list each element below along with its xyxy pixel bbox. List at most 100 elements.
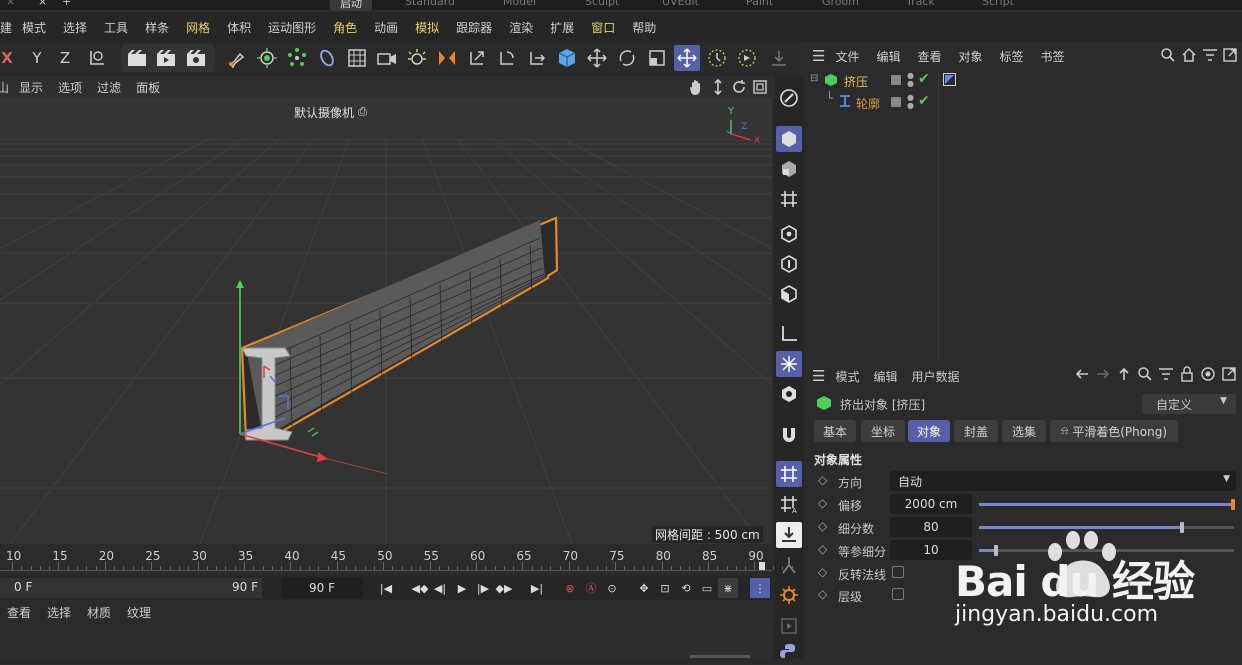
menu-extensions[interactable]: 扩展 [550,19,574,36]
mat-menu-view[interactable]: 查看 [7,604,31,621]
tab-launch[interactable]: 启动 [330,0,372,11]
back-arrow-icon[interactable] [1074,366,1090,385]
move-arrow-icon[interactable] [524,45,550,71]
menu-window[interactable]: 窗口 [591,19,615,36]
hamburger-menu-icon[interactable]: ☰ [812,47,825,65]
keyframe-diamond-icon[interactable]: ◇ [818,587,827,601]
model-mode-icon[interactable] [776,126,802,152]
polygons-mode-icon[interactable] [776,281,802,307]
phong-tag-icon[interactable] [943,73,956,86]
timeline-mode-icon[interactable]: ⋮ [750,578,770,598]
autokey-icon[interactable]: Ⓐ [581,578,601,598]
playhead-marker[interactable] [759,562,765,570]
magnet-snap-icon[interactable] [776,422,802,448]
camera-icon[interactable]: ⎙ [358,105,367,119]
menu-spline[interactable]: 样条 [145,19,169,36]
cube-object-icon[interactable] [554,45,580,71]
tab-track[interactable]: Track [906,0,935,8]
hamburger-menu-icon[interactable]: ☰ [812,367,825,385]
axis-mode-icon[interactable] [776,321,802,347]
filter-icon[interactable] [1158,366,1174,385]
tab-paint[interactable]: Paint [746,0,773,8]
attr-menu-mode[interactable]: 模式 [835,368,859,385]
menu-mesh[interactable]: 网格 [186,19,210,36]
go-to-start-icon[interactable]: |◀ [376,578,396,598]
deformer-icon[interactable] [314,45,340,71]
menu-volume[interactable]: 体积 [227,19,251,36]
object-row-profile[interactable]: └ 轮廓 ● ● ✔ [806,91,1242,113]
range-start[interactable]: 0 F [14,580,32,594]
solo-mode-icon[interactable] [776,381,802,407]
sun-icon[interactable] [776,582,802,608]
viewport-menu-panel[interactable]: 面板 [136,79,160,96]
tab-phong[interactable]: ⍾ 平滑着色(Phong) [1050,420,1178,442]
offset-input[interactable]: 2000 cm [890,494,972,514]
python-icon[interactable] [776,639,802,665]
tab-selections[interactable]: 选集 [1002,420,1046,442]
editor-visibility-icon[interactable] [891,97,901,107]
menu-animate[interactable]: 动画 [374,19,398,36]
coordinate-system-icon[interactable] [84,45,110,71]
z-axis-lock-button[interactable]: Z [52,45,78,71]
keyframe-diamond-icon[interactable]: ◇ [818,519,827,533]
rotate-tool-icon[interactable] [614,45,640,71]
x-axis-lock-button[interactable]: X [0,45,20,71]
viewport-menu-view[interactable]: 山 [0,79,9,96]
collapse-toggle-icon[interactable]: ⊟ [810,73,818,84]
menu-tools[interactable]: 工具 [104,19,128,36]
target-icon[interactable] [1200,366,1216,385]
tab-close-icon[interactable]: × [38,0,47,8]
menu-help[interactable]: 帮助 [632,19,656,36]
keyframe-diamond-icon[interactable]: ◇ [818,496,827,510]
tab-uvedit[interactable]: UVEdit [662,0,699,8]
previous-frame-icon[interactable]: ◀| [430,578,450,598]
current-frame-field[interactable]: 90 F [281,578,363,598]
object-row-extrude[interactable]: ⊟ 挤压 ● ● ✔ [806,71,1242,91]
keyframe-settings-icon[interactable]: ⊙ [602,578,622,598]
attr-menu-edit[interactable]: 编辑 [873,368,897,385]
key-position-icon[interactable]: ✥ [634,578,654,598]
pan-hand-icon[interactable] [688,79,704,98]
tweak-mode-icon[interactable] [776,351,802,377]
mograph-cloner-icon[interactable] [284,45,310,71]
menu-create[interactable]: 建 [0,19,12,36]
filter-icon[interactable] [1202,47,1218,66]
next-frame-icon[interactable]: |▶ [473,578,493,598]
field-grid-icon[interactable] [344,45,370,71]
render-visibility-dots-icon[interactable]: ● ● [907,94,914,110]
edges-mode-icon[interactable] [776,251,802,277]
keyframe-diamond-icon[interactable]: ◇ [818,542,827,556]
hierarchical-checkbox[interactable] [892,588,904,600]
next-key-icon[interactable]: ◆▶ [494,578,514,598]
render-picture-viewer-icon[interactable] [153,45,179,71]
key-parameter-icon[interactable]: ▭ [697,578,717,598]
scale-arrow-icon[interactable] [464,45,490,71]
tab-sculpt[interactable]: Sculpt [585,0,619,8]
timeline-ruler[interactable]: 10 15 20 25 30 35 40 45 50 55 60 65 70 75 80 85 90 [0,544,793,576]
material-area[interactable] [0,624,772,659]
new-window-icon[interactable] [1221,366,1237,385]
menu-simulate[interactable]: 模拟 [415,19,439,36]
material-scrollbar[interactable] [690,655,750,658]
search-icon[interactable] [1137,366,1153,385]
tab-standard[interactable]: Standard [405,0,455,8]
menu-select[interactable]: 选择 [63,19,87,36]
render-region-icon[interactable] [776,613,802,639]
viewport-menu-options[interactable]: 选项 [58,79,82,96]
go-to-end-icon[interactable]: ▶| [527,578,547,598]
rotate-arrow-icon[interactable] [494,45,520,71]
om-menu-view[interactable]: 查看 [917,48,941,65]
om-menu-file[interactable]: 文件 [835,48,859,65]
key-pla-icon[interactable]: ⋇ [718,578,738,598]
render-settings-icon[interactable] [183,45,209,71]
cube-light-icon[interactable] [254,45,280,71]
quantize-icon[interactable]: A [776,491,802,517]
3d-viewport[interactable]: 默认摄像机 ⎙ Y Z X 网格间距 : 500 cm [0,98,772,544]
new-window-icon[interactable] [1222,47,1238,66]
texture-mode-icon[interactable] [776,156,802,182]
snap-magnet-icon[interactable] [434,45,460,71]
snap-settings-icon[interactable] [704,45,730,71]
previous-key-icon[interactable]: ◀◆ [410,578,430,598]
make-editable-icon[interactable] [776,85,802,111]
play-icon[interactable]: ▶ [452,578,472,598]
